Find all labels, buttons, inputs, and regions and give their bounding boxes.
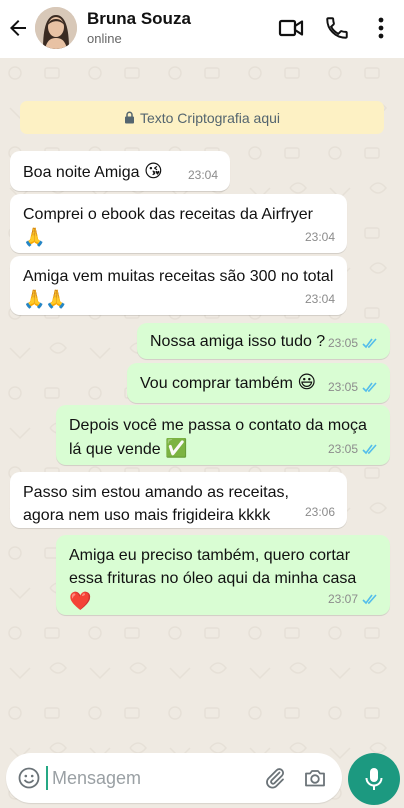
contact-name[interactable]: Bruna Souza — [87, 9, 191, 29]
message-emoji: 🙏 — [23, 227, 46, 248]
message-bubble-outgoing[interactable]: Vou comprar também 😃 23:05 — [127, 363, 390, 403]
message-bubble-incoming[interactable]: Comprei o ebook das receitas da Airfryer… — [10, 194, 347, 253]
message-time: 23:07 — [327, 592, 358, 606]
mic-button[interactable] — [348, 753, 400, 805]
back-arrow-icon[interactable] — [6, 16, 30, 40]
voice-call-icon[interactable] — [324, 15, 350, 41]
message-meta: 23:05 — [328, 438, 378, 461]
read-ticks-icon — [362, 444, 377, 455]
mic-icon — [365, 768, 383, 790]
message-emoji: 🙏🙏 — [23, 289, 68, 310]
chat-area[interactable]: Texto Criptografia aqui Boa noite Amiga … — [0, 58, 404, 808]
message-bubble-incoming[interactable]: Amiga vem muitas receitas são 300 no tot… — [10, 256, 347, 315]
avatar[interactable] — [35, 7, 77, 49]
message-bubble-outgoing[interactable]: Amiga eu preciso também, quero cortar es… — [56, 535, 390, 615]
message-bubble-incoming[interactable]: Passo sim estou amando as receitas, agor… — [10, 472, 347, 528]
message-emoji: ❤️ — [69, 591, 92, 612]
read-ticks-icon — [362, 338, 377, 349]
emoji-icon[interactable] — [17, 766, 41, 790]
video-call-icon[interactable] — [278, 15, 304, 41]
lock-icon — [124, 111, 134, 124]
message-meta: 23:05 — [328, 332, 378, 355]
message-bubble-outgoing[interactable]: Depois você me passa o contato da moça l… — [56, 405, 390, 465]
attach-icon[interactable] — [263, 766, 287, 790]
message-text: Amiga eu preciso também, quero cortar es… — [69, 547, 357, 587]
camera-icon[interactable] — [303, 766, 327, 790]
message-emoji: 😘 — [143, 161, 163, 182]
message-time: 23:04 — [187, 168, 218, 182]
message-bubble-outgoing[interactable]: Nossa amiga isso tudo ? 23:05 — [137, 323, 390, 359]
message-emoji: ✅ — [165, 438, 188, 459]
message-text: Amiga vem muitas receitas são 300 no tot… — [23, 268, 334, 285]
encryption-notice[interactable]: Texto Criptografia aqui — [20, 101, 384, 134]
message-input[interactable] — [46, 766, 246, 790]
encryption-text: Texto Criptografia aqui — [139, 109, 281, 126]
chat-header: Bruna Souza online — [0, 0, 404, 58]
message-text: Passo sim estou amando as receitas, agor… — [23, 484, 289, 524]
more-options-icon[interactable] — [368, 15, 394, 41]
message-bubble-incoming[interactable]: Boa noite Amiga 😘 23:04 — [10, 151, 230, 191]
message-time: 23:04 — [304, 292, 335, 306]
message-composer — [6, 753, 342, 803]
read-ticks-icon — [362, 594, 377, 605]
message-time: 23:05 — [327, 442, 358, 456]
message-text: Comprei o ebook das receitas da Airfryer — [23, 206, 313, 223]
message-text: Nossa amiga isso tudo ? — [150, 333, 326, 350]
message-time: 23:05 — [327, 380, 358, 394]
message-emoji: 😃 — [297, 372, 317, 393]
contact-status: online — [87, 31, 122, 46]
message-time: 23:05 — [327, 336, 358, 350]
message-text: Depois você me passa o contato da moça l… — [69, 417, 367, 458]
message-meta: 23:07 — [328, 588, 378, 611]
message-time: 23:06 — [304, 505, 335, 519]
read-ticks-icon — [362, 382, 377, 393]
message-time: 23:04 — [304, 230, 335, 244]
message-meta: 23:05 — [328, 376, 378, 399]
message-text: Boa noite Amiga — [23, 164, 140, 181]
message-text: Vou comprar também — [140, 375, 293, 392]
